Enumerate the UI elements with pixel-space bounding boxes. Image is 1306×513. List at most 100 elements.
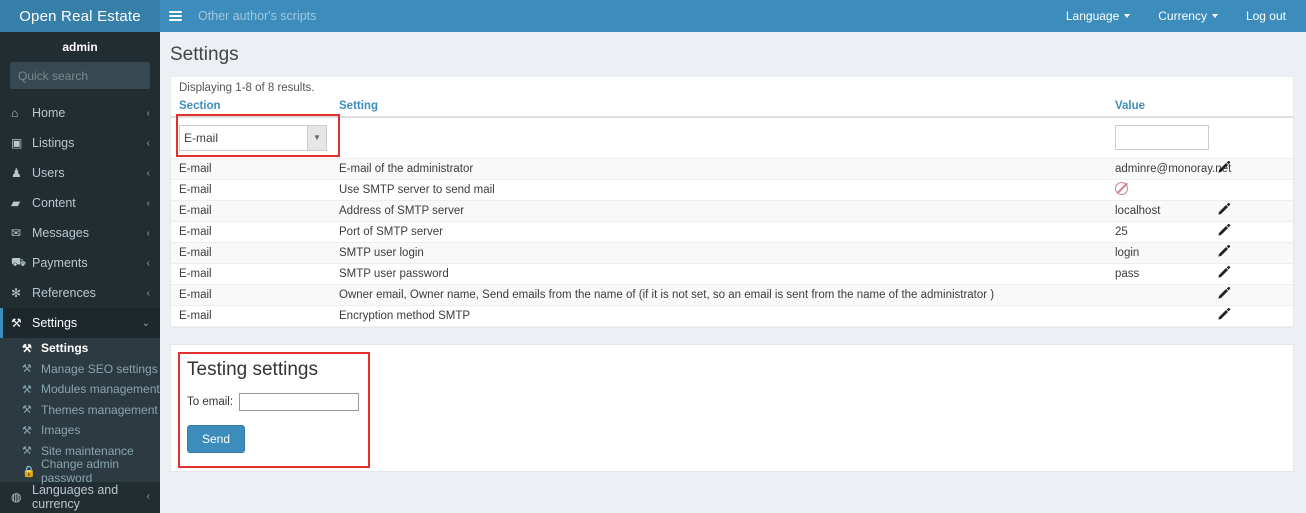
language-menu[interactable]: Language [1052, 0, 1144, 32]
currency-label: Currency [1158, 9, 1207, 23]
top-header: Open Real Estate Other author's scripts … [0, 0, 1306, 32]
sidebar-item-listings[interactable]: ▣ Listings ‹ [0, 128, 160, 158]
hamburger-icon[interactable] [160, 0, 190, 32]
sidebar-item-label: Settings [32, 316, 78, 330]
sidebar-subitem-themes-management[interactable]: ⚒ Themes management [0, 400, 160, 421]
chevron-left-icon: ‹ [146, 287, 150, 299]
grid-icon: ▣ [11, 136, 23, 150]
currency-menu[interactable]: Currency [1144, 0, 1232, 32]
filter-row: E-mail ▼ [171, 117, 1293, 159]
to-email-field[interactable] [239, 393, 360, 411]
column-header-section[interactable]: Section [171, 98, 331, 118]
cell-section: E-mail [171, 242, 331, 264]
quick-search-wrap: ⚲ [0, 62, 160, 89]
cell-actions [1209, 263, 1293, 285]
column-header-actions [1209, 98, 1293, 118]
sidebar-subitem-images[interactable]: ⚒ Images [0, 420, 160, 441]
navbar-right: Language Currency Log out [1052, 0, 1300, 32]
cart-icon: ⛟ [11, 255, 27, 269]
cell-setting: Encryption method SMTP [331, 305, 1107, 327]
pencil-icon[interactable] [1217, 223, 1231, 237]
cell-section: E-mail [171, 158, 331, 180]
sidebar-item-content[interactable]: ▰ Content ‹ [0, 188, 160, 218]
breadcrumb: Other author's scripts [198, 9, 317, 23]
cell-section: E-mail [171, 221, 331, 243]
sidebar-item-settings[interactable]: ⚒ Settings ⌄ [0, 308, 160, 338]
globe-icon: ◍ [11, 489, 22, 504]
sidebar-subitem-settings[interactable]: ⚒ Settings [0, 338, 160, 359]
filter-cell-value [1107, 117, 1209, 159]
user-icon: ♟ [11, 166, 22, 180]
sidebar-item-payments[interactable]: ⛟ Payments ‹ [0, 248, 160, 278]
sidebar-item-references[interactable]: ✻ References ‹ [0, 278, 160, 308]
table-row[interactable]: E-mail Owner email, Owner name, Send ema… [171, 284, 1293, 306]
cell-setting: Address of SMTP server [331, 200, 1107, 222]
value-filter-input[interactable] [1115, 125, 1209, 151]
sidebar-item-label: Languages and currency [32, 482, 119, 511]
pencil-icon[interactable] [1217, 265, 1231, 279]
pencil-icon[interactable] [1217, 244, 1231, 258]
cell-actions [1209, 200, 1293, 222]
cell-setting: E-mail of the administrator [331, 158, 1107, 180]
chevron-left-icon: ‹ [146, 491, 150, 502]
pencil-icon[interactable] [1217, 286, 1231, 300]
table-row[interactable]: E-mail Address of SMTP server localhost [171, 200, 1293, 222]
table-row[interactable]: E-mail E-mail of the administrator admin… [171, 158, 1293, 180]
section-filter-select[interactable]: E-mail [179, 124, 327, 151]
to-email-row: To email: [187, 393, 1277, 411]
sidebar: admin ⚲ ⌂ Home ‹ ▣ Listings ‹ ♟ Users ‹ [0, 32, 160, 513]
quick-search-box[interactable]: ⚲ [10, 62, 160, 89]
chevron-left-icon: ‹ [146, 137, 150, 149]
column-header-value[interactable]: Value [1107, 98, 1209, 118]
table-row[interactable]: E-mail SMTP user password pass [171, 263, 1293, 285]
settings-grid-panel: Displaying 1-8 of 8 results. Section Set… [170, 77, 1294, 328]
sidebar-subitem-label: Themes management [41, 402, 158, 417]
logout-link[interactable]: Log out [1232, 0, 1300, 32]
wrench-icon: ⚒ [22, 383, 32, 396]
cell-setting: Use SMTP server to send mail [331, 179, 1107, 201]
pencil-icon[interactable] [1217, 307, 1231, 321]
sidebar-subitem-modules-management[interactable]: ⚒ Modules management [0, 379, 160, 400]
sidebar-item-home[interactable]: ⌂ Home ‹ [0, 98, 160, 128]
sidebar-item-label: Home [32, 106, 66, 120]
cell-actions [1209, 221, 1293, 243]
sidebar-user: admin [62, 40, 98, 54]
table-row[interactable]: E-mail Encryption method SMTP [171, 305, 1293, 327]
lock-icon: 🔒 [22, 465, 36, 478]
cell-value [1107, 284, 1209, 306]
testing-settings-panel: Testing settings To email: Send [170, 344, 1294, 472]
wrench-icon: ⚒ [22, 342, 32, 355]
table-row[interactable]: E-mail Use SMTP server to send mail [171, 179, 1293, 201]
wrench-icon: ⚒ [22, 424, 32, 437]
sidebar-subitem-manage-seo-settings[interactable]: ⚒ Manage SEO settings [0, 359, 160, 380]
sidebar-menu: ⌂ Home ‹ ▣ Listings ‹ ♟ Users ‹ ▰ Conten… [0, 98, 160, 512]
table-row[interactable]: E-mail Port of SMTP server 25 [171, 221, 1293, 243]
cell-section: E-mail [171, 263, 331, 285]
sidebar-item-users[interactable]: ♟ Users ‹ [0, 158, 160, 188]
sidebar-item-label: References [32, 286, 96, 300]
sidebar-subitem-label: Modules management [41, 382, 160, 397]
table-row[interactable]: E-mail SMTP user login login [171, 242, 1293, 264]
envelope-icon: ✉ [11, 226, 22, 240]
sidebar-subitem-change-admin-password[interactable]: 🔒 Change admin password [0, 457, 160, 485]
chevron-left-icon: ‹ [146, 197, 150, 209]
pencil-icon[interactable] [1217, 202, 1231, 216]
cell-actions [1209, 284, 1293, 306]
sidebar-item-label: Content [32, 196, 76, 210]
cell-actions [1209, 305, 1293, 327]
sidebar-item-messages[interactable]: ✉ Messages ‹ [0, 218, 160, 248]
ban-icon [1115, 181, 1128, 195]
app-logo[interactable]: Open Real Estate [0, 0, 160, 32]
send-button[interactable]: Send [187, 425, 246, 453]
sidebar-subitem-label: Images [41, 423, 81, 438]
search-input[interactable] [10, 67, 160, 84]
sidebar-item-languages-and-currency[interactable]: ◍ Languages and currency ‹ [0, 482, 160, 512]
cell-value: login [1107, 242, 1209, 264]
column-header-setting[interactable]: Setting [331, 98, 1107, 118]
cell-value [1107, 179, 1209, 201]
pencil-icon[interactable] [1217, 160, 1231, 174]
chevron-left-icon: ‹ [146, 257, 150, 269]
cell-value: adminre@monoray.net [1107, 158, 1231, 180]
main-content: Settings Displaying 1-8 of 8 results. Se… [160, 32, 1306, 513]
cell-setting: Port of SMTP server [331, 221, 1107, 243]
